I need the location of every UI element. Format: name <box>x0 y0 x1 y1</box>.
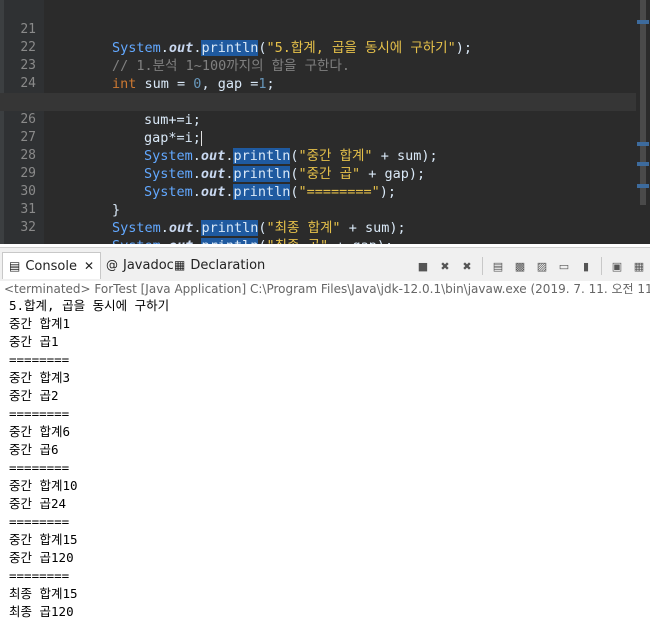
pin-console-icon[interactable]: ▣ <box>608 257 626 275</box>
console-line: 중간 곱24 <box>9 496 67 511</box>
code-line[interactable]: 22 // 1.분석 1~100까지의 합을 구한다. <box>0 21 636 74</box>
overview-marker[interactable] <box>637 142 649 146</box>
overview-marker[interactable] <box>637 20 649 24</box>
console-line: 중간 곱1 <box>9 334 59 349</box>
scroll-lock-icon[interactable]: ▩ <box>511 257 529 275</box>
console-line: 중간 합계6 <box>9 424 71 439</box>
console-line: 중간 합계3 <box>9 370 71 385</box>
close-icon[interactable]: ✕ <box>84 259 94 273</box>
code-line[interactable]: 25 sum+=i; <box>0 75 636 128</box>
show-on-error-icon[interactable]: ▮ <box>577 257 595 275</box>
toolbar-separator <box>482 257 483 275</box>
code-line-current[interactable]: 26 gap*=i; <box>0 93 636 146</box>
editor-vertical-scrollbar[interactable] <box>636 0 650 244</box>
console-line: 최종 곱120 <box>9 604 74 619</box>
console-line: 중간 곱6 <box>9 442 59 457</box>
display-console-icon[interactable]: ▦ <box>630 257 648 275</box>
console-line: ======== <box>9 406 70 421</box>
console-output[interactable]: 5.합계, 곱을 동시에 구하기 중간 합계1 중간 곱1 ======== 중… <box>0 297 650 625</box>
overview-marker[interactable] <box>637 162 649 166</box>
show-on-output-icon[interactable]: ▭ <box>555 257 573 275</box>
console-line: 중간 곱120 <box>9 550 74 565</box>
console-line: 중간 합계1 <box>9 316 71 331</box>
terminate-icon[interactable]: ■ <box>414 257 432 275</box>
console-line: 최종 합계15 <box>9 586 78 601</box>
console-line: ======== <box>9 460 70 475</box>
console-line: 중간 곱2 <box>9 388 59 403</box>
code-line[interactable]: 30 } <box>0 165 636 218</box>
code-line[interactable]: 27 System.out.println("중간 합계" + sum); <box>0 111 636 164</box>
view-tab-bar: ▤ Console ✕ @ Javadoc ▦ Declaration ■ ✖ … <box>0 247 650 283</box>
word-wrap-icon[interactable]: ▨ <box>533 257 551 275</box>
clear-console-icon[interactable]: ▤ <box>489 257 507 275</box>
code-line[interactable]: 28 System.out.println("중간 곱" + gap); <box>0 129 636 182</box>
overview-marker[interactable] <box>637 184 649 188</box>
tab-console[interactable]: ▤ Console ✕ <box>2 252 102 279</box>
javadoc-icon: @ <box>106 258 118 272</box>
code-editor[interactable]: 21 System.out.println("5.합계, 곱을 동시에 구하기"… <box>0 0 650 244</box>
remove-launch-icon[interactable]: ✖ <box>436 257 454 275</box>
console-line: ======== <box>9 568 70 583</box>
console-line: ======== <box>9 352 70 367</box>
remove-all-icon[interactable]: ✖ <box>458 257 476 275</box>
code-line[interactable]: 31 System.out.println("최종 합계" + sum); <box>0 183 636 236</box>
declaration-icon: ▦ <box>174 258 186 272</box>
tab-declaration[interactable]: ▦ Declaration <box>168 252 271 278</box>
code-line[interactable]: 24 for(int i = 1; i < 6;++i) { <box>0 57 636 110</box>
console-status-line: <terminated> ForTest [Java Application] … <box>0 281 650 297</box>
console-toolbar: ■ ✖ ✖ ▤ ▩ ▨ ▭ ▮ ▣ ▦ <box>412 256 650 276</box>
console-line: 5.합계, 곱을 동시에 구하기 <box>9 298 170 313</box>
code-line[interactable]: 32 System.out.println("최종 곱" + gap); <box>0 201 636 244</box>
code-line[interactable]: 29 System.out.println("========"); <box>0 147 636 200</box>
toolbar-separator <box>601 257 602 275</box>
console-icon: ▤ <box>9 259 21 273</box>
scrollbar-thumb[interactable] <box>640 0 646 205</box>
console-line: 중간 합계10 <box>9 478 78 493</box>
code-line[interactable]: 23 int sum = 0, gap =1; <box>0 39 636 92</box>
code-line[interactable]: 33 <box>0 231 636 244</box>
console-line: ======== <box>9 514 70 529</box>
code-line[interactable]: 21 System.out.println("5.합계, 곱을 동시에 구하기"… <box>0 3 636 56</box>
console-line: 중간 합계15 <box>9 532 78 547</box>
